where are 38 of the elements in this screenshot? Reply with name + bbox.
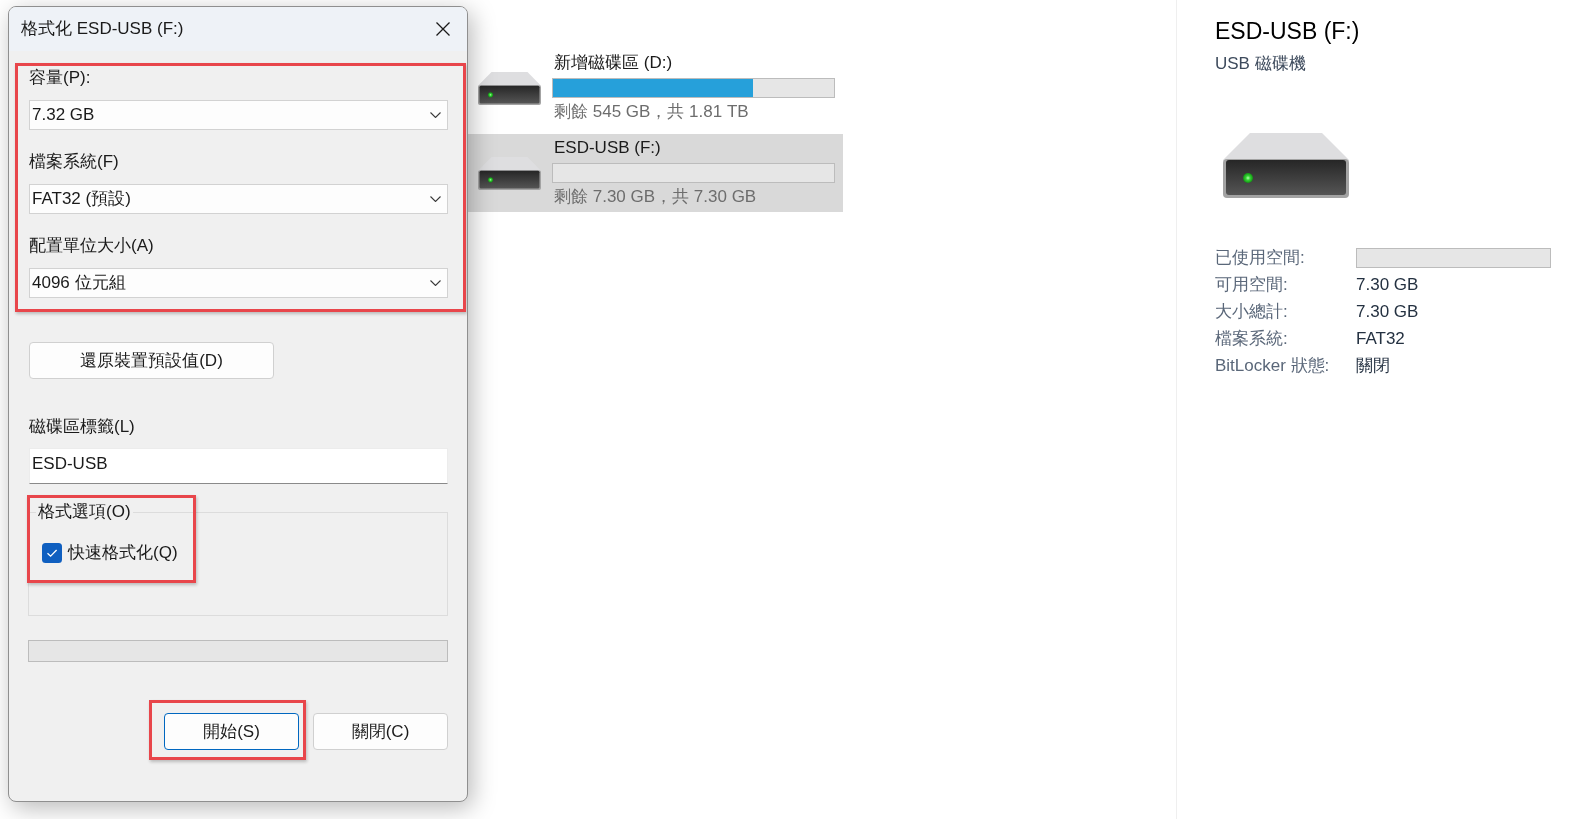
drive-name: 新增磁碟區 (D:) xyxy=(554,52,673,74)
details-title: ESD-USB (F:) xyxy=(1215,17,1360,46)
free-space-text: 剩餘 545 GB，共 1.81 TB xyxy=(554,101,749,123)
dropdown[interactable]: FAT32 (預設) xyxy=(29,184,448,214)
drive-item[interactable]: ESD-USB (F:) 剩餘 7.30 GB，共 7.30 GB xyxy=(468,134,843,212)
dialog-title: 格式化 ESD-USB (F:) xyxy=(21,18,184,40)
close-icon xyxy=(436,22,450,36)
property-label: BitLocker 狀態: xyxy=(1215,354,1331,377)
property-value: 7.30 GB xyxy=(1356,273,1419,296)
field-label: 檔案系統(F) xyxy=(29,151,119,173)
chevron-down-icon xyxy=(430,196,441,202)
free-space-text: 剩餘 7.30 GB，共 7.30 GB xyxy=(554,186,757,208)
dropdown[interactable]: 4096 位元組 xyxy=(29,268,448,298)
start-button[interactable]: 開始(S) xyxy=(164,713,299,750)
field-label: 容量(P): xyxy=(29,67,91,89)
property-value: 7.30 GB xyxy=(1356,300,1419,323)
field-label: 配置單位大小(A) xyxy=(29,235,154,257)
input-field[interactable]: ESD-USB xyxy=(29,448,448,484)
field-label: 磁碟區標籤(L) xyxy=(29,416,135,438)
property-label: 可用空間: xyxy=(1215,273,1289,296)
chevron-down-icon xyxy=(430,112,441,118)
property-label: 已使用空間: xyxy=(1215,246,1306,269)
property-value: 關閉 xyxy=(1356,354,1390,377)
property-label: 檔案系統: xyxy=(1215,327,1289,350)
checkbox[interactable] xyxy=(42,543,62,563)
details-subtitle: USB 磁碟機 xyxy=(1215,53,1306,75)
checkbox-label[interactable]: 快速格式化(Q) xyxy=(68,541,178,565)
dialog-button[interactable]: 關閉(C) xyxy=(313,713,448,750)
drive-name: ESD-USB (F:) xyxy=(554,137,661,159)
property-label: 大小總計: xyxy=(1215,300,1289,323)
drive-icon xyxy=(1223,133,1349,198)
chevron-down-icon xyxy=(430,280,441,286)
drive-icon xyxy=(478,72,541,105)
drive-item[interactable]: 新增磁碟區 (D:) 剩餘 545 GB，共 1.81 TB xyxy=(468,49,843,127)
restore-defaults-button[interactable]: 還原裝置預設值(D) xyxy=(29,342,274,379)
property-value: FAT32 xyxy=(1356,327,1405,350)
dropdown[interactable]: 7.32 GB xyxy=(29,100,448,130)
drive-icon xyxy=(478,157,541,190)
